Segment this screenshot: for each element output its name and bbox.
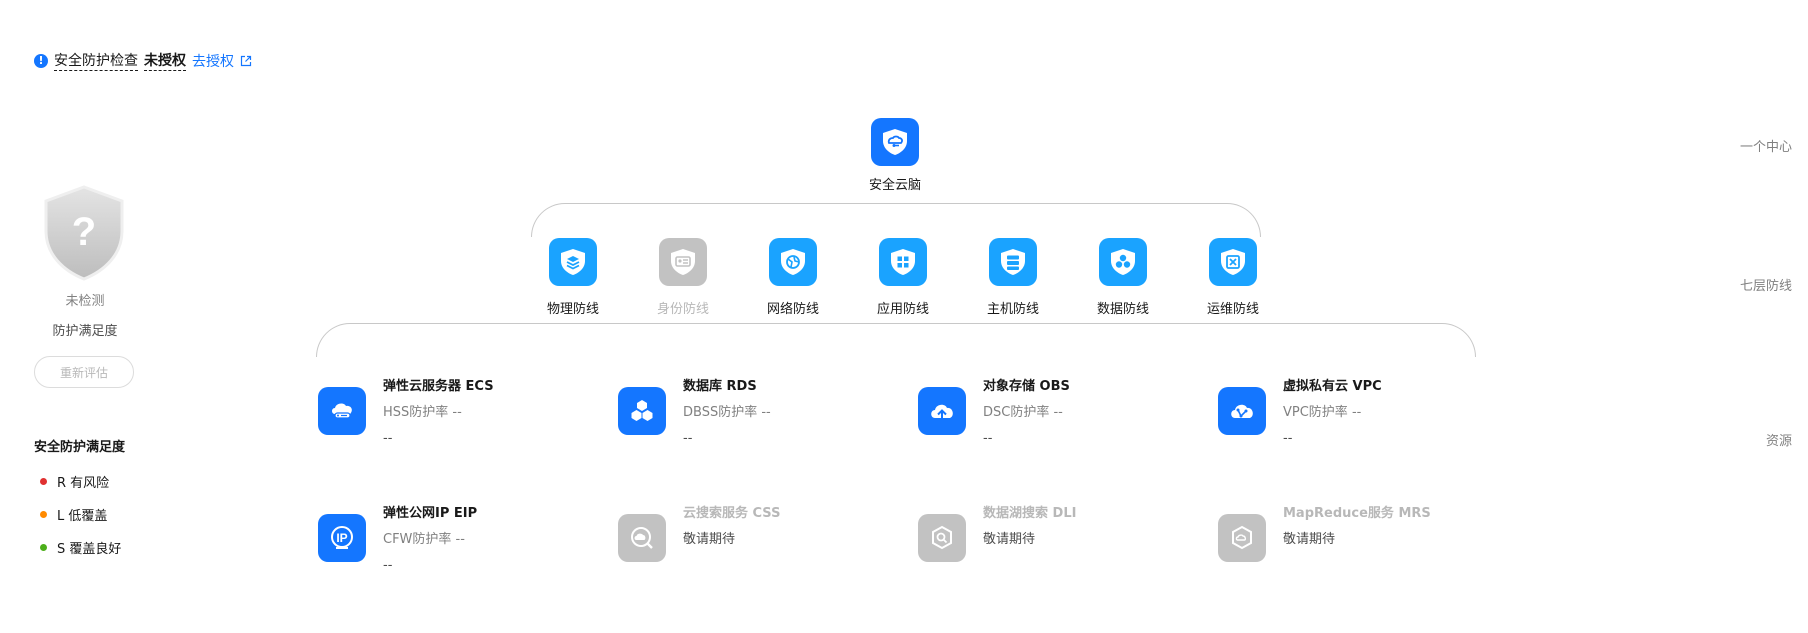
resource-rate: HSS防护率 -- [383, 405, 462, 420]
layer-network[interactable]: 网络防线 [748, 238, 838, 317]
svg-text:?: ? [72, 210, 96, 254]
auth-status[interactable]: 未授权 [144, 50, 186, 71]
layer-label: 物理防线 [546, 302, 599, 317]
detection-status: 未检测 [65, 294, 105, 309]
reevaluate-button[interactable]: 重新评估 [34, 356, 134, 388]
dli-icon [918, 514, 966, 562]
resource-rate: 敬请期待 [683, 532, 736, 547]
resource-rate: CFW防护率 -- [383, 532, 465, 547]
layer-application[interactable]: 应用防线 [858, 238, 948, 317]
legend-item-good: S 覆盖良好 [40, 538, 121, 557]
resource-ecs[interactable]: 弹性云服务器 ECS HSS防护率 -- -- [318, 375, 598, 455]
resources-bracket [316, 323, 1476, 357]
resource-rds[interactable]: 数据库 RDS DBSS防护率 -- -- [618, 375, 898, 455]
data-icon [1099, 238, 1147, 286]
app-grid-icon [879, 238, 927, 286]
legend-item-low: L 低覆盖 [40, 505, 107, 524]
resource-name: 弹性公网IP EIP [383, 506, 478, 521]
layer-label: 运维防线 [1206, 302, 1259, 317]
layer-label: 网络防线 [766, 302, 819, 317]
resource-mrs: MapReduce服务 MRS 敬请期待 [1218, 502, 1498, 582]
layer-identity: 身份防线 [638, 238, 728, 317]
legend-item-risk: R 有风险 [40, 472, 109, 491]
resource-value: -- [1283, 431, 1293, 446]
resource-value: -- [383, 431, 393, 446]
layers-bracket [531, 203, 1261, 237]
security-check-notice: ! 安全防护检查 未授权 去授权 [34, 50, 252, 71]
layer-label: 身份防线 [656, 302, 709, 317]
vpc-icon [1218, 387, 1266, 435]
unknown-shield-icon: ? [42, 185, 126, 281]
layer-ops[interactable]: 运维防线 [1188, 238, 1278, 317]
ops-icon [1209, 238, 1257, 286]
resource-rate: VPC防护率 -- [1283, 405, 1362, 420]
layer-label: 应用防线 [876, 302, 929, 317]
cloud-brain-icon[interactable] [871, 118, 919, 166]
label-resources: 资源 [1765, 434, 1792, 449]
authorize-link[interactable]: 去授权 [192, 51, 234, 71]
resource-rate: DSC防护率 -- [983, 405, 1063, 420]
resource-dli: 数据湖搜索 DLI 敬请期待 [918, 502, 1198, 582]
resource-rate: 敬请期待 [1283, 532, 1336, 547]
info-icon: ! [34, 53, 48, 68]
orange-dot-icon [40, 511, 47, 518]
resource-name: MapReduce服务 MRS [1283, 506, 1431, 521]
network-icon [769, 238, 817, 286]
svg-text:IP: IP [336, 531, 347, 545]
check-label[interactable]: 安全防护检查 [54, 50, 138, 71]
green-dot-icon [40, 544, 47, 551]
legend-title: 安全防护满足度 [34, 440, 126, 455]
external-link-icon[interactable] [240, 55, 252, 67]
eip-icon: IP [318, 514, 366, 562]
resource-css: 云搜索服务 CSS 敬请期待 [618, 502, 898, 582]
resource-name: 虚拟私有云 VPC [1283, 379, 1382, 394]
resource-rate: 敬请期待 [983, 532, 1036, 547]
resource-value: -- [983, 431, 993, 446]
label-one-center: 一个中心 [1739, 140, 1792, 155]
cloud-brain-label: 安全云脑 [868, 178, 921, 193]
resource-name: 数据湖搜索 DLI [983, 506, 1077, 521]
css-icon [618, 514, 666, 562]
resource-name: 对象存储 OBS [983, 379, 1070, 394]
layers-icon [549, 238, 597, 286]
resource-eip[interactable]: IP 弹性公网IP EIP CFW防护率 -- -- [318, 502, 598, 582]
resource-name: 云搜索服务 CSS [683, 506, 781, 521]
resource-name: 数据库 RDS [683, 379, 757, 394]
server-icon [989, 238, 1037, 286]
id-card-icon [659, 238, 707, 286]
layer-host[interactable]: 主机防线 [968, 238, 1058, 317]
ecs-icon [318, 387, 366, 435]
resource-vpc[interactable]: 虚拟私有云 VPC VPC防护率 -- -- [1218, 375, 1498, 455]
obs-icon [918, 387, 966, 435]
layer-data[interactable]: 数据防线 [1078, 238, 1168, 317]
rds-icon [618, 387, 666, 435]
resource-rate: DBSS防护率 -- [683, 405, 771, 420]
layer-label: 主机防线 [986, 302, 1039, 317]
layer-label: 数据防线 [1096, 302, 1149, 317]
protection-satisfaction-label: 防护满足度 [52, 324, 118, 339]
red-dot-icon [40, 478, 47, 485]
resource-name: 弹性云服务器 ECS [383, 379, 494, 394]
resource-value: -- [383, 558, 393, 573]
resource-value: -- [683, 431, 693, 446]
resource-obs[interactable]: 对象存储 OBS DSC防护率 -- -- [918, 375, 1198, 455]
mrs-icon [1218, 514, 1266, 562]
layer-physical[interactable]: 物理防线 [528, 238, 618, 317]
label-seven-layers: 七层防线 [1739, 279, 1792, 294]
